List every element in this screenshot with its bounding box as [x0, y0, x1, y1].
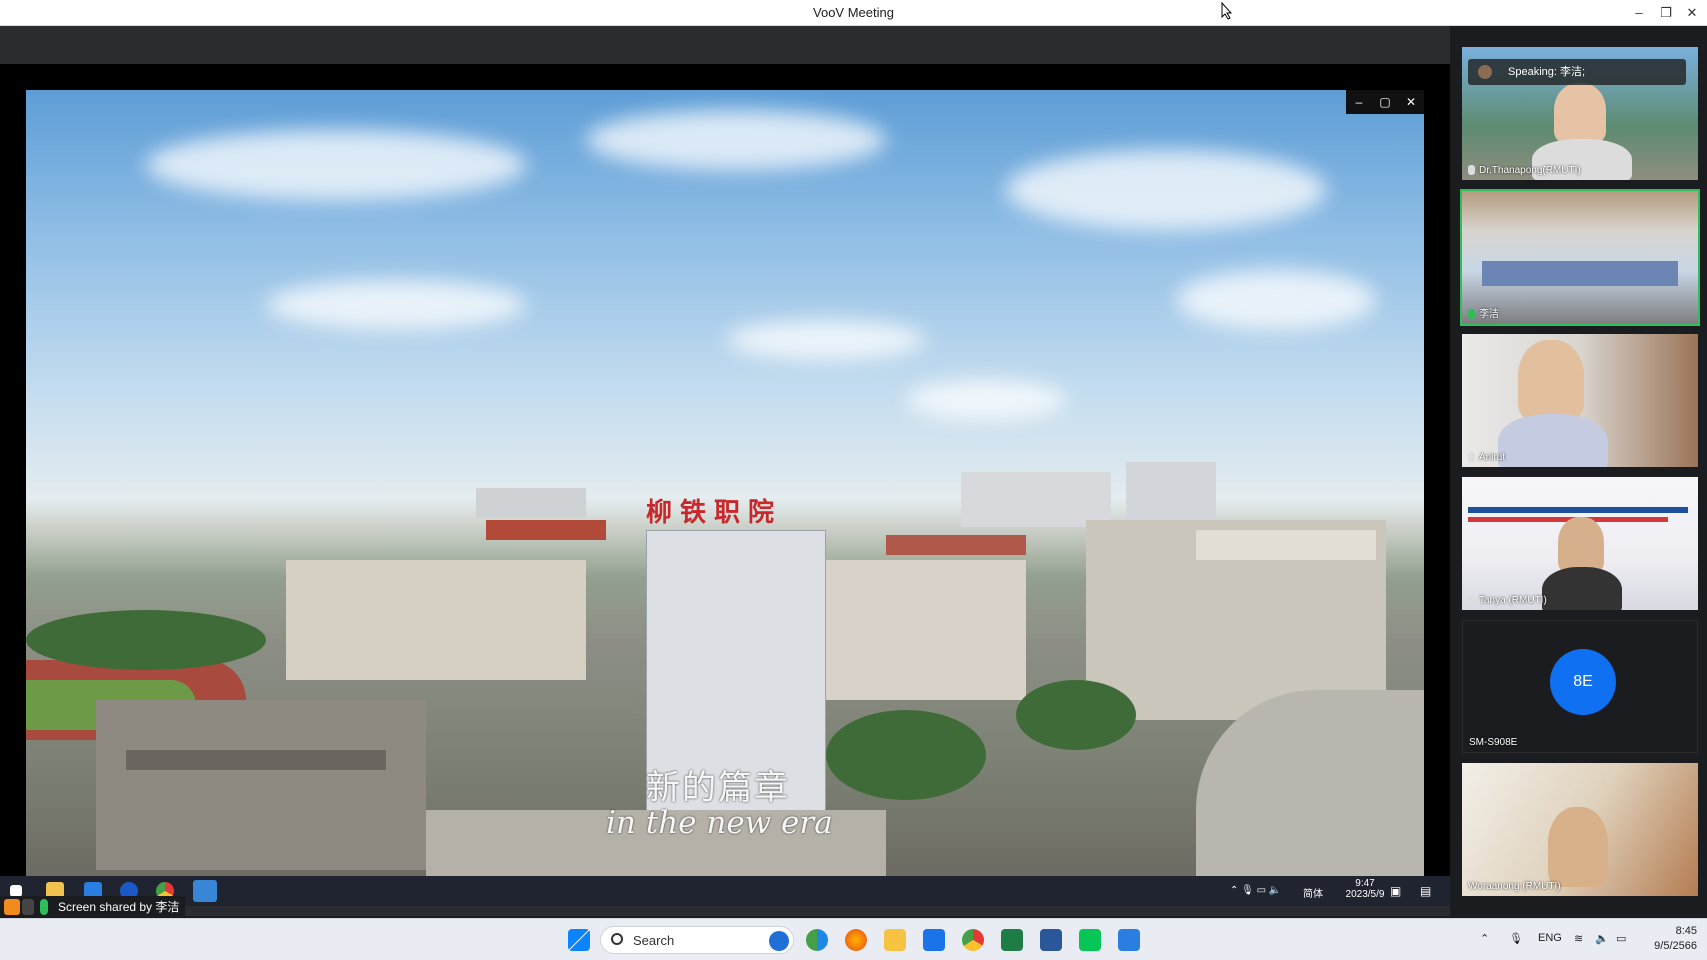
- user-icon: [4, 899, 20, 915]
- video-restore-button[interactable]: ▢: [1372, 90, 1398, 114]
- subtitle-english: in the new era: [606, 805, 833, 841]
- participants-panel: Speaking: 李洁; Dr.Thanapong(RMUTI) 李洁 Ani…: [1450, 26, 1707, 916]
- bing-icon[interactable]: [769, 931, 789, 951]
- participant-tile[interactable]: Woraanong (RMUTI): [1462, 763, 1698, 896]
- edge-icon[interactable]: [806, 929, 828, 951]
- window-title: VooV Meeting: [813, 5, 894, 20]
- remote-lang-indicator[interactable]: 简体: [1303, 885, 1323, 900]
- mail-icon[interactable]: [923, 929, 945, 951]
- screen-share-text: Screen shared by 李洁: [58, 900, 180, 914]
- shared-video[interactable]: 柳铁职院 新的篇章 in the new era: [26, 90, 1424, 876]
- participant-name: SM-S908E: [1469, 737, 1518, 748]
- participant-tile[interactable]: 李洁: [1460, 189, 1700, 326]
- microphone-icon[interactable]: 🎙: [1509, 932, 1523, 945]
- battery-icon[interactable]: ▭: [1616, 932, 1626, 945]
- participant-name: 李洁: [1468, 305, 1499, 320]
- shared-video-controls: – ▢ ✕: [1346, 90, 1424, 114]
- voov-icon[interactable]: [1118, 929, 1140, 951]
- participant-name: Woraanong (RMUTI): [1468, 881, 1561, 892]
- participant-tile[interactable]: Anirut: [1462, 334, 1698, 467]
- tray-icons[interactable]: ⌃ 🎙 ▭ 🔈: [1230, 885, 1281, 896]
- desktop-icon[interactable]: ▣: [1390, 884, 1401, 898]
- participant-tile[interactable]: 8E SM-S908E: [1462, 620, 1698, 753]
- minimize-button[interactable]: –: [1629, 4, 1649, 22]
- remote-taskbar: ⌃ 🎙 ▭ 🔈 简体 9:47 2023/5/9 ▣ ▤: [0, 876, 1450, 906]
- word-icon[interactable]: [1040, 929, 1062, 951]
- remote-clock: 9:47 2023/5/9: [1345, 878, 1385, 900]
- mic-icon: [1468, 309, 1475, 320]
- participant-name: Tanya (RMUTI): [1468, 595, 1547, 606]
- mic-icon: [1468, 452, 1475, 463]
- file-explorer-icon[interactable]: [884, 929, 906, 951]
- participant-tile[interactable]: Speaking: 李洁; Dr.Thanapong(RMUTI): [1462, 47, 1698, 180]
- meeting-toolbar: [0, 26, 1450, 63]
- chrome-icon[interactable]: [962, 929, 984, 951]
- firefox-icon[interactable]: [845, 929, 867, 951]
- mouse-cursor-icon: [1221, 2, 1233, 20]
- subtitle-chinese: 新的篇章: [646, 768, 790, 808]
- mic-icon: [1468, 165, 1475, 176]
- participant-name: Anirut: [1468, 452, 1505, 463]
- speaker-avatar-icon: [1478, 65, 1492, 79]
- volume-icon[interactable]: 🔈: [1595, 932, 1609, 945]
- wifi-icon[interactable]: ≋: [1574, 932, 1583, 945]
- excel-icon[interactable]: [1001, 929, 1023, 951]
- title-bar: VooV Meeting – ❐ ✕: [0, 0, 1707, 26]
- close-button[interactable]: ✕: [1682, 4, 1702, 22]
- notification-icon[interactable]: ▤: [1420, 884, 1431, 898]
- restore-button[interactable]: ❐: [1656, 4, 1676, 22]
- taskbar-search[interactable]: Search: [600, 926, 794, 954]
- shared-screen: 柳铁职院 新的篇章 in the new era – ▢ ✕ ⌃ 🎙 ▭ 🔈 简体 …: [0, 64, 1450, 906]
- participant-name: Dr.Thanapong(RMUTI): [1468, 165, 1581, 176]
- video-minimize-button[interactable]: –: [1346, 90, 1372, 114]
- video-close-button[interactable]: ✕: [1398, 90, 1424, 114]
- show-hidden-icons[interactable]: ⌃: [1480, 932, 1489, 945]
- campus-name-sign: 柳铁职院: [646, 498, 783, 528]
- player-icon[interactable]: [193, 880, 217, 902]
- windows-taskbar: Search ⌃ 🎙 ENG ≋ 🔈 ▭ 8:45 9/5/2566: [0, 918, 1707, 960]
- language-indicator[interactable]: ENG: [1538, 932, 1562, 944]
- participant-tile[interactable]: Tanya (RMUTI): [1462, 477, 1698, 610]
- windows-start-icon[interactable]: [568, 929, 590, 951]
- mic-icon: [40, 899, 48, 915]
- mic-icon: [1468, 595, 1475, 606]
- speaking-indicator: Speaking: 李洁;: [1468, 59, 1686, 85]
- system-clock[interactable]: 8:45 9/5/2566: [1654, 924, 1697, 954]
- share-icon: [22, 899, 34, 915]
- participant-avatar: 8E: [1550, 649, 1616, 715]
- meeting-area: 柳铁职院 新的篇章 in the new era – ▢ ✕ ⌃ 🎙 ▭ 🔈 简体 …: [0, 26, 1450, 918]
- search-icon: [611, 933, 623, 945]
- line-icon[interactable]: [1079, 929, 1101, 951]
- screen-share-badge: Screen shared by 李洁: [0, 896, 186, 918]
